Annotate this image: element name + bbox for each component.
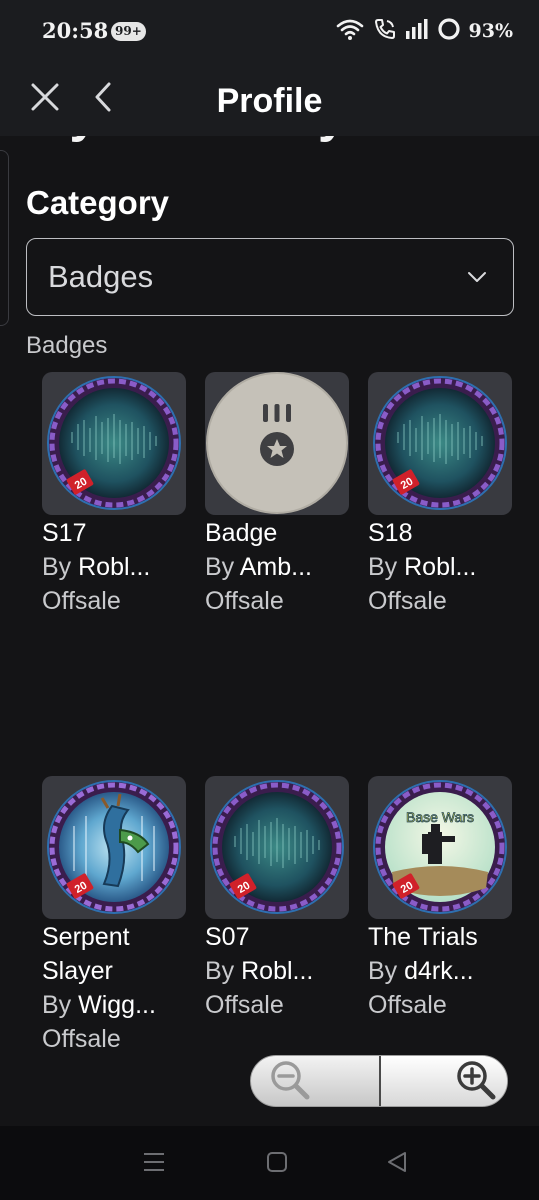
notification-count-badge: 99+ [111,22,146,41]
category-label: Category [26,184,170,221]
medal-badge-icon [205,372,349,515]
zoom-in-button[interactable] [381,1056,507,1107]
back-nav-button[interactable] [377,1148,417,1180]
season-badge-icon: 20 [205,776,349,919]
category-selected-value: Badges [48,259,154,294]
item-name[interactable]: Badge [205,516,365,550]
inventory-heading: My Inventory [26,136,347,144]
item-status: Offsale [42,1025,121,1053]
section-label: Badges [26,332,108,359]
battery-ring-icon [437,17,461,46]
item-status: Offsale [205,991,284,1019]
zoom-out-icon [267,1057,313,1107]
zoom-in-icon [453,1057,499,1107]
item-creator[interactable]: By d4rk... [368,954,528,988]
page-title: Profile [216,82,323,120]
season-badge-icon: 20 [368,372,512,515]
item-creator[interactable]: By Amb... [205,550,365,584]
recent-apps-button[interactable] [134,1148,174,1180]
item-status: Offsale [368,991,447,1019]
chevron-down-icon [463,263,491,291]
item-status: Offsale [368,587,447,615]
item-creator[interactable]: By Wigg... [42,988,202,1022]
item-creator[interactable]: By Robl... [368,550,528,584]
side-panel-edge[interactable] [0,150,9,326]
inventory-scroll-area[interactable]: My Inventory Category Badges Badges [0,136,539,1126]
item-creator[interactable]: By Robl... [205,954,365,988]
zoom-out-button[interactable] [251,1056,379,1107]
status-time: 20:58 [42,18,109,43]
item-name[interactable]: Serpent Slayer [42,920,202,988]
item-status: Offsale [205,587,284,615]
item-name[interactable]: The Trials [368,920,528,954]
home-button[interactable] [257,1148,297,1180]
item-status: Offsale [42,587,121,615]
category-dropdown[interactable]: Badges [26,238,514,316]
status-icons: 93% [335,17,514,46]
status-bar: 20:58 99+ 93% [0,0,539,62]
season-badge-icon: 20 [42,372,186,515]
svg-text:Base Wars: Base Wars [406,809,474,825]
wifi-icon [335,17,365,46]
item-creator[interactable]: By Robl... [42,550,202,584]
volte-call-icon [373,17,397,46]
signal-icon [405,18,429,45]
serpent-badge-icon: 20 [42,776,186,919]
item-name[interactable]: S18 [368,516,528,550]
item-name[interactable]: S07 [205,920,365,954]
top-header: Profile [0,62,539,136]
battery-level: 93% [468,20,514,42]
back-triangle-icon [386,1151,408,1178]
item-name[interactable]: S17 [42,516,202,550]
zoom-control [250,1055,508,1107]
base-wars-badge-icon: Base Wars 20 [368,776,512,919]
system-nav-bar [0,1126,539,1200]
menu-icon [143,1152,165,1177]
home-square-icon [266,1151,288,1178]
